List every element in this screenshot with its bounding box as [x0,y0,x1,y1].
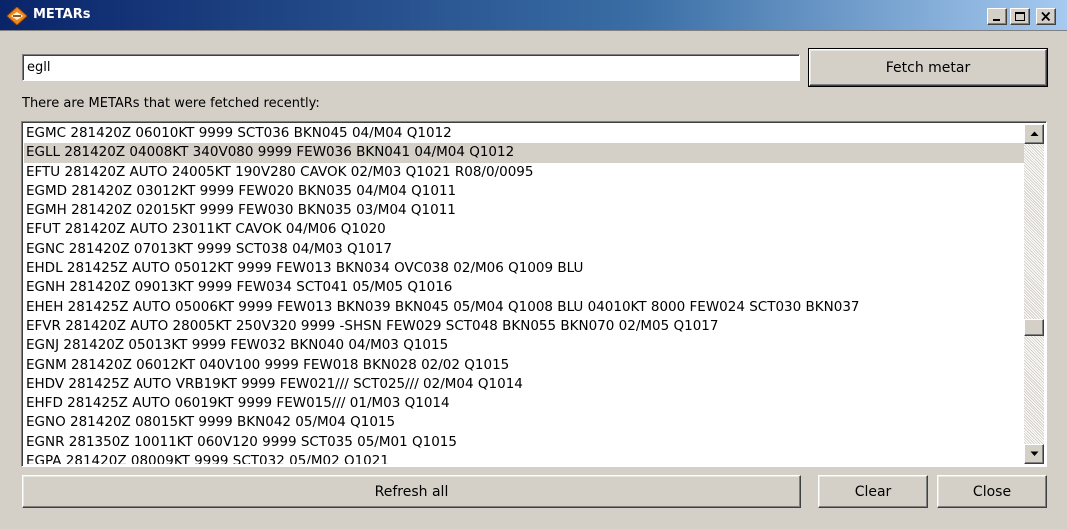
close-window-button[interactable] [1036,8,1056,25]
scrollbar-thumb[interactable] [1024,319,1044,337]
fetch-metar-button[interactable]: Fetch metar [808,48,1048,87]
metar-list-item[interactable]: EGNC 281420Z 07013KT 9999 SCT038 04/M03 … [24,240,1024,259]
metar-list-item[interactable]: EGNR 281350Z 10011KT 060V120 9999 SCT035… [24,433,1024,452]
minimize-icon [993,19,1000,21]
metar-list-item[interactable]: EGMH 281420Z 02015KT 9999 FEW030 BKN035 … [24,201,1024,220]
maximize-button[interactable] [1010,8,1030,25]
metar-list-item[interactable]: EFTU 281420Z AUTO 24005KT 190V280 CAVOK … [24,163,1024,182]
clear-button[interactable]: Clear [818,475,928,508]
metar-list-item[interactable]: EGNO 281420Z 08015KT 9999 BKN042 05/M04 … [24,413,1024,432]
metar-list-item[interactable]: EGMD 281420Z 03012KT 9999 FEW020 BKN035 … [24,182,1024,201]
window-title: METARs [33,7,91,22]
scroll-down-button[interactable] [1024,444,1044,464]
metar-list-item[interactable]: EGNM 281420Z 06012KT 040V100 9999 FEW018… [24,356,1024,375]
recent-metars-label: There are METARs that were fetched recen… [22,96,320,111]
metar-list-item[interactable]: EFVR 281420Z AUTO 28005KT 250V320 9999 -… [24,317,1024,336]
metar-list-item[interactable]: EGNH 281420Z 09013KT 9999 FEW034 SCT041 … [24,278,1024,297]
app-logo-icon [7,7,27,25]
metar-list-item[interactable]: EGLL 281420Z 04008KT 340V080 9999 FEW036… [24,143,1024,163]
metar-list[interactable]: EGMC 281420Z 06010KT 9999 SCT036 BKN045 … [21,121,1047,467]
close-button[interactable]: Close [937,475,1047,508]
metar-list-item[interactable]: EFUT 281420Z AUTO 23011KT CAVOK 04/M06 Q… [24,220,1024,239]
close-label: Close [972,483,1012,500]
title-bar[interactable]: METARs [0,0,1067,31]
close-icon [1041,11,1051,22]
maximize-icon [1015,12,1025,21]
refresh-all-label: Refresh all [374,483,449,500]
metar-list-item[interactable]: EGPA 281420Z 08009KT 9999 SCT032 05/M02 … [24,452,1024,464]
clear-label: Clear [854,483,892,500]
arrow-down-icon [1030,451,1039,456]
metar-list-item[interactable]: EGMC 281420Z 06010KT 9999 SCT036 BKN045 … [24,124,1024,143]
refresh-all-button[interactable]: Refresh all [22,475,801,508]
metar-list-items: EGMC 281420Z 06010KT 9999 SCT036 BKN045 … [24,124,1024,464]
metar-list-item[interactable]: EHEH 281425Z AUTO 05006KT 9999 FEW013 BK… [24,298,1024,317]
metar-list-item[interactable]: EHDL 281425Z AUTO 05012KT 9999 FEW013 BK… [24,259,1024,278]
station-search-input[interactable] [22,54,800,81]
fetch-metar-label: Fetch metar [885,59,971,76]
arrow-up-icon [1030,131,1039,136]
metar-list-item[interactable]: EHFD 281425Z AUTO 06019KT 9999 FEW015///… [24,394,1024,413]
vertical-scrollbar[interactable] [1024,124,1044,464]
minimize-button[interactable] [987,8,1007,25]
scroll-up-button[interactable] [1024,124,1044,144]
metar-list-item[interactable]: EGNJ 281420Z 05013KT 9999 FEW032 BKN040 … [24,336,1024,355]
metar-list-item[interactable]: EHDV 281425Z AUTO VRB19KT 9999 FEW021///… [24,375,1024,394]
